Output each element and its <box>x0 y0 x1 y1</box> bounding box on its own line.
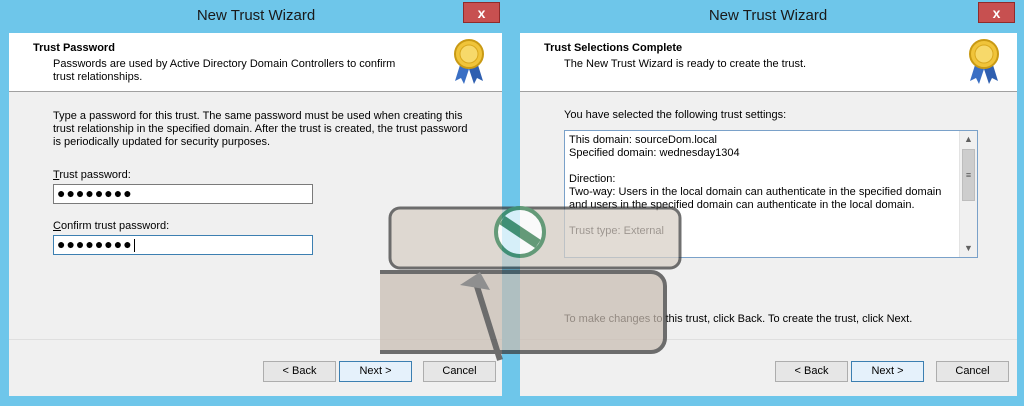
window-title: New Trust Wizard <box>196 7 316 24</box>
wizard-header: Trust Password Passwords are used by Act… <box>9 33 502 92</box>
header-title: Trust Selections Complete <box>544 42 683 54</box>
next-button[interactable]: Next > <box>851 361 924 382</box>
next-button[interactable]: Next > <box>339 361 412 382</box>
wizard-footer: < Back Next > Cancel <box>520 339 1017 396</box>
close-button[interactable]: x <box>978 2 1015 23</box>
back-button[interactable]: < Back <box>263 361 336 382</box>
left-wizard-window: New Trust Wizard x Trust Password Passwo… <box>0 0 512 406</box>
window-title: New Trust Wizard <box>708 7 828 24</box>
title-bar[interactable]: New Trust Wizard x <box>0 0 512 33</box>
scroll-up-arrow-icon[interactable]: ▲ <box>960 131 977 148</box>
trust-password-input[interactable]: ●●●●●●●● <box>53 184 313 204</box>
vertical-scrollbar[interactable]: ▲ ≡ ▼ <box>959 131 977 257</box>
header-subtitle: Passwords are used by Active Directory D… <box>53 58 396 83</box>
wizard-client-area: Trust Selections Complete The New Trust … <box>520 33 1017 396</box>
footer-instruction: To make changes to this trust, click Bac… <box>564 313 913 325</box>
cancel-button[interactable]: Cancel <box>423 361 496 382</box>
wizard-client-area: Trust Password Passwords are used by Act… <box>9 33 502 396</box>
summary-text: This domain: sourceDom.local Specified d… <box>569 134 942 237</box>
header-subtitle: The New Trust Wizard is ready to create … <box>564 58 807 70</box>
trust-settings-summary[interactable]: This domain: sourceDom.local Specified d… <box>564 130 978 258</box>
wizard-footer: < Back Next > Cancel <box>9 339 502 396</box>
confirm-password-label: Confirm trust password: <box>53 220 170 232</box>
scroll-thumb[interactable]: ≡ <box>962 149 975 201</box>
text-caret <box>133 238 135 252</box>
award-ribbon-icon <box>454 39 484 84</box>
wizard-header: Trust Selections Complete The New Trust … <box>520 33 1017 92</box>
confirm-password-input[interactable]: ●●●●●●●● <box>53 235 313 255</box>
back-button[interactable]: < Back <box>775 361 848 382</box>
right-wizard-window: New Trust Wizard x Trust Selections Comp… <box>512 0 1024 406</box>
trust-password-label: Trust password: <box>53 169 131 181</box>
selected-settings-intro: You have selected the following trust se… <box>564 109 787 121</box>
close-button[interactable]: x <box>463 2 500 23</box>
trust-password-description: Type a password for this trust. The same… <box>53 110 468 148</box>
header-title: Trust Password <box>33 42 115 54</box>
cancel-button[interactable]: Cancel <box>936 361 1009 382</box>
scroll-down-arrow-icon[interactable]: ▼ <box>960 240 977 257</box>
title-bar[interactable]: New Trust Wizard x <box>512 0 1024 33</box>
award-ribbon-icon <box>969 39 999 84</box>
